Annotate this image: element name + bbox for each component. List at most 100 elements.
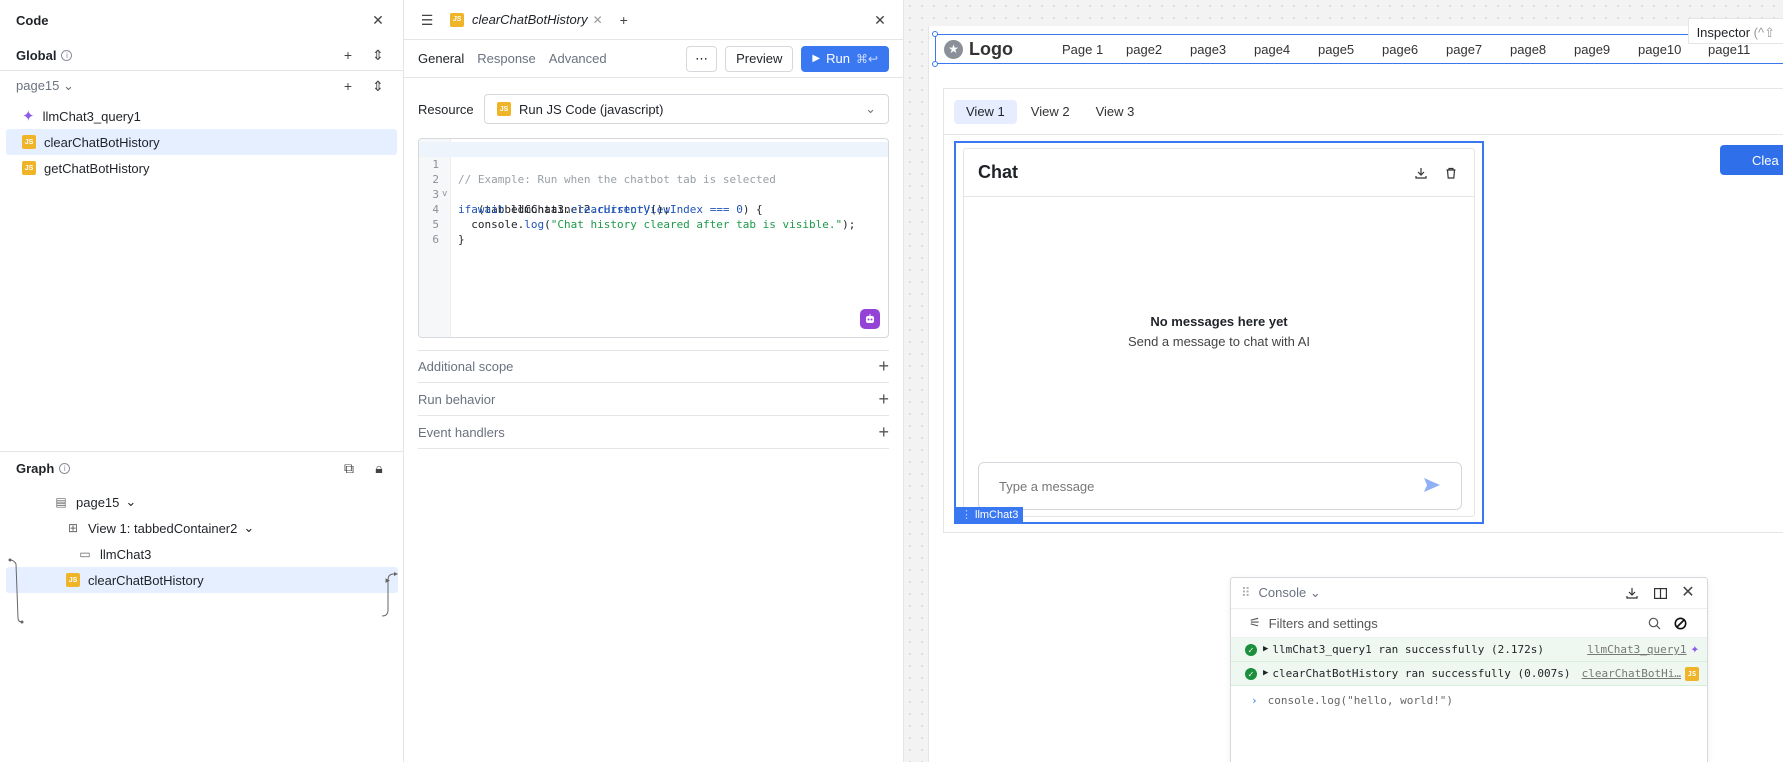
add-global-icon[interactable]: +: [339, 46, 357, 64]
close-icon[interactable]: ✕: [871, 11, 889, 29]
ai-assist-icon[interactable]: [860, 309, 880, 329]
code-line: 5 }: [419, 202, 888, 246]
tab-advanced[interactable]: Advanced: [549, 51, 607, 66]
chevron-down-icon: ⌄: [865, 101, 876, 116]
resource-value: Run JS Code (javascript): [519, 101, 664, 117]
expand-icon[interactable]: ▶: [1263, 666, 1268, 681]
resource-select[interactable]: JS Run JS Code (javascript) ⌄: [484, 94, 889, 124]
trash-icon[interactable]: [1442, 164, 1460, 182]
tabbed-container[interactable]: View 1 View 2 View 3 Clea Chat No messag…: [943, 88, 1783, 533]
llm-chat-component: Chat No messages here yet Send a message…: [963, 148, 1475, 517]
console-title: Console: [1258, 585, 1307, 600]
plus-icon: +: [878, 421, 889, 442]
js-icon: JS: [66, 573, 80, 587]
more-options-button[interactable]: ⋯: [686, 45, 718, 72]
expand-collapse-icon[interactable]: ⇕: [369, 77, 387, 95]
graph-node-page[interactable]: ▤ page15 ⌄: [6, 489, 398, 515]
nav-page-2[interactable]: page2: [1126, 42, 1162, 57]
chat-header: Chat: [964, 149, 1474, 197]
info-icon[interactable]: i: [61, 49, 73, 61]
menu-icon[interactable]: ☰: [418, 11, 436, 29]
page-dropdown[interactable]: page15 ⌄: [16, 78, 74, 94]
query-item-llmchat3-query1[interactable]: ✦ llmChat3_query1: [6, 103, 397, 129]
console-dropdown[interactable]: Console ⌄: [1259, 585, 1321, 601]
section-event-handlers[interactable]: Event handlers +: [418, 416, 889, 449]
send-icon[interactable]: [1423, 476, 1441, 497]
copy-icon[interactable]: ⧉: [340, 459, 358, 477]
plus-icon: +: [878, 388, 889, 409]
section-label: Additional scope: [418, 359, 514, 374]
graph-node-label: clearChatBotHistory: [88, 572, 204, 588]
nav-page-1[interactable]: Page 1: [1062, 42, 1103, 57]
console-filter-bar[interactable]: ⚟ Filters and settings: [1231, 608, 1707, 638]
section-additional-scope[interactable]: Additional scope +: [418, 350, 889, 383]
log-source-link[interactable]: llmChat3_query1: [1587, 642, 1686, 657]
download-icon[interactable]: [1412, 164, 1430, 182]
add-query-icon[interactable]: +: [339, 77, 357, 95]
graph-node-component[interactable]: ▭ llmChat3: [6, 541, 398, 567]
navigation-bar[interactable]: ★ Logo Page 1 page2 page3 page4 page5 pa…: [932, 31, 1783, 67]
tab-view-3[interactable]: View 3: [1084, 100, 1147, 124]
nav-page-3[interactable]: page3: [1190, 42, 1226, 57]
section-run-behavior[interactable]: Run behavior +: [418, 383, 889, 416]
lock-icon[interactable]: 🔒︎: [370, 459, 388, 477]
nav-page-9[interactable]: page9: [1574, 42, 1610, 57]
inspector-shortcut: (^⇧: [1753, 25, 1775, 40]
drag-handle-icon[interactable]: ⠿: [1241, 585, 1251, 601]
dependency-connector: [8, 558, 24, 624]
inspector-toggle[interactable]: Inspector (^⇧: [1687, 18, 1783, 44]
close-icon[interactable]: ✕: [1679, 584, 1697, 602]
nav-page-11[interactable]: page11: [1708, 42, 1750, 57]
console-log-row[interactable]: ✓ ▶ llmChat3_query1 ran successfully (2.…: [1231, 638, 1707, 662]
query-item-clearchatbothistory[interactable]: JS clearChatBotHistory: [6, 129, 397, 155]
tab-view-1[interactable]: View 1: [954, 99, 1017, 124]
chat-component-selection[interactable]: Chat No messages here yet Send a message…: [954, 141, 1484, 524]
graph-node-view[interactable]: ⊞ View 1: tabbedContainer2 ⌄: [6, 515, 398, 541]
graph-node-query[interactable]: JS clearChatBotHistory ▸: [6, 567, 398, 593]
search-icon[interactable]: [1645, 614, 1663, 632]
console-panel: ⠿ Console ⌄ ✕ ⚟ Filters and settings ✓ ▶…: [1230, 577, 1708, 762]
chevron-down-icon: ⌄: [63, 78, 74, 93]
nav-page-5[interactable]: page5: [1318, 42, 1354, 57]
log-message: clearChatBotHistory ran successfully (0.…: [1272, 667, 1571, 680]
resource-row: Resource JS Run JS Code (javascript) ⌄: [404, 94, 903, 124]
log-source-link[interactable]: clearChatBotHi…: [1582, 666, 1681, 681]
code-editor[interactable]: 1 // Example: Run when the chatbot tab i…: [418, 138, 889, 338]
nav-page-10[interactable]: page10: [1638, 42, 1681, 57]
expand-collapse-icon[interactable]: ⇕: [369, 46, 387, 64]
resize-handle[interactable]: [932, 61, 938, 67]
query-item-label: getChatBotHistory: [44, 160, 150, 176]
dock-icon[interactable]: [1651, 584, 1669, 602]
expand-icon[interactable]: ▶: [1263, 642, 1268, 657]
tab-general[interactable]: General: [418, 51, 464, 66]
code-panel: Code ✕ Global i + ⇕ page15 ⌄ + ⇕ ✦ llmCh…: [0, 0, 404, 762]
query-item-getchatbothistory[interactable]: JS getChatBotHistory: [6, 155, 397, 181]
chat-message-input[interactable]: Type a message: [978, 462, 1462, 510]
close-tab-icon[interactable]: ✕: [593, 13, 603, 27]
download-icon[interactable]: [1623, 584, 1641, 602]
close-icon[interactable]: ✕: [369, 11, 387, 29]
ai-sparkle-icon: ✦: [22, 107, 35, 125]
dependency-connector: [381, 572, 398, 617]
empty-subtitle: Send a message to chat with AI: [1127, 334, 1311, 349]
console-log-row[interactable]: ✓ ▶ clearChatBotHistory ran successfully…: [1231, 662, 1707, 686]
info-icon[interactable]: i: [59, 462, 71, 474]
clear-console-icon[interactable]: [1671, 614, 1689, 632]
preview-button[interactable]: Preview: [725, 45, 794, 72]
drag-handle-icon[interactable]: ⋮: [961, 508, 972, 521]
console-input-text: console.log("hello, world!"): [1267, 693, 1454, 707]
clear-history-button[interactable]: Clea: [1720, 145, 1783, 175]
tab-response[interactable]: Response: [477, 51, 536, 66]
chat-input-placeholder: Type a message: [999, 478, 1095, 494]
tab-view-2[interactable]: View 2: [1019, 100, 1082, 124]
run-button[interactable]: ▶ Run ⌘↩: [801, 45, 889, 72]
nav-page-6[interactable]: page6: [1382, 42, 1418, 57]
editor-tab[interactable]: JS clearChatBotHistory ✕: [450, 12, 603, 27]
resize-handle[interactable]: [932, 31, 938, 37]
prompt-chevron-icon: ›: [1251, 693, 1258, 707]
nav-page-8[interactable]: page8: [1510, 42, 1546, 57]
console-input[interactable]: › console.log("hello, world!"): [1231, 686, 1707, 714]
nav-page-7[interactable]: page7: [1446, 42, 1482, 57]
nav-page-4[interactable]: page4: [1254, 42, 1290, 57]
add-tab-icon[interactable]: +: [615, 11, 633, 29]
